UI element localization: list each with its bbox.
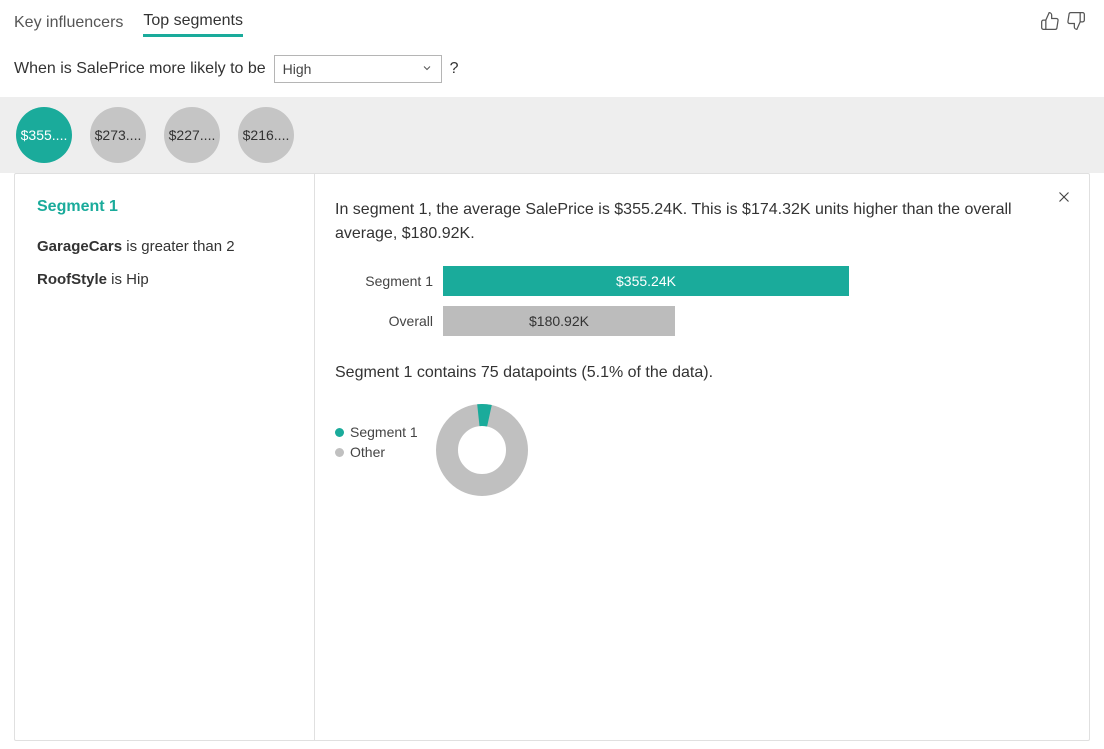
question-suffix: ? — [450, 60, 459, 78]
dropdown-selected: High — [283, 61, 312, 77]
segment-bubble-1[interactable]: $355.... — [16, 107, 72, 163]
condition-field: RoofStyle — [37, 271, 107, 288]
legend-dot-other — [335, 448, 344, 457]
segment-title: Segment 1 — [37, 198, 292, 216]
bar-segment: $355.24K — [443, 266, 849, 296]
question-prefix: When is SalePrice more likely to be — [14, 60, 266, 78]
datapoints-summary: Segment 1 contains 75 datapoints (5.1% o… — [335, 364, 1035, 382]
donut-chart — [432, 400, 532, 503]
bar-label-overall: Overall — [335, 313, 443, 329]
segment-condition: RoofStyle is Hip — [37, 271, 292, 288]
close-icon[interactable] — [1055, 188, 1073, 209]
segment-bubbles: $355.... $273.... $227.... $216.... — [0, 97, 1104, 173]
condition-text: is greater than 2 — [122, 238, 235, 255]
legend-label: Segment 1 — [350, 424, 418, 440]
thumbs-up-icon[interactable] — [1040, 11, 1060, 34]
condition-field: GarageCars — [37, 238, 122, 255]
donut-legend: Segment 1 Other — [335, 424, 418, 464]
bar-label-segment: Segment 1 — [335, 273, 443, 289]
tab-key-influencers[interactable]: Key influencers — [14, 10, 123, 36]
segment-condition: GarageCars is greater than 2 — [37, 238, 292, 255]
legend-label: Other — [350, 444, 385, 460]
segment-bubble-3[interactable]: $227.... — [164, 107, 220, 163]
segment-bubble-4[interactable]: $216.... — [238, 107, 294, 163]
legend-dot-segment — [335, 428, 344, 437]
tab-top-segments[interactable]: Top segments — [143, 8, 243, 37]
chevron-down-icon — [421, 61, 433, 77]
bar-overall: $180.92K — [443, 306, 675, 336]
segment-conditions-pane: Segment 1 GarageCars is greater than 2 R… — [15, 174, 315, 740]
condition-text: is Hip — [107, 271, 149, 288]
segment-summary: In segment 1, the average SalePrice is $… — [335, 198, 1035, 246]
segment-bubble-2[interactable]: $273.... — [90, 107, 146, 163]
thumbs-down-icon[interactable] — [1066, 11, 1086, 34]
value-dropdown[interactable]: High — [274, 55, 442, 83]
